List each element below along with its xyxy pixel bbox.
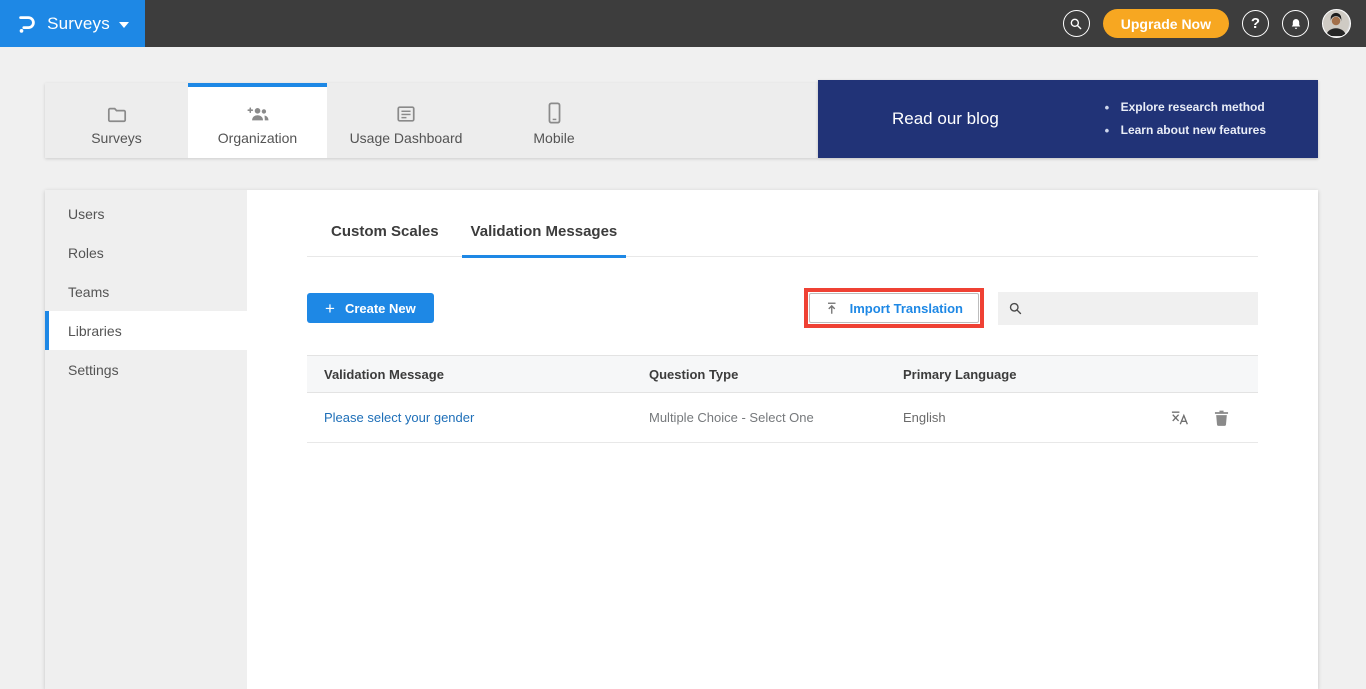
question-type-cell: Multiple Choice - Select One: [649, 410, 903, 425]
column-header-validation-message: Validation Message: [307, 367, 649, 382]
tab-label: Organization: [218, 130, 297, 146]
validation-messages-table: Validation Message Question Type Primary…: [307, 355, 1258, 443]
blog-banner[interactable]: Read our blog Explore research method Le…: [818, 80, 1318, 158]
table-header: Validation Message Question Type Primary…: [307, 355, 1258, 393]
search-input[interactable]: [1031, 301, 1248, 316]
mobile-icon: [547, 100, 562, 124]
sidebar-item-settings[interactable]: Settings: [45, 350, 247, 389]
search-button[interactable]: [1063, 10, 1090, 37]
import-translation-button[interactable]: Import Translation: [809, 293, 979, 323]
primary-language-cell: English: [903, 410, 946, 425]
translate-icon: [1169, 408, 1189, 428]
table-search: [998, 292, 1258, 325]
folder-icon: [106, 100, 128, 124]
tab-mobile[interactable]: Mobile: [485, 83, 623, 158]
primary-nav: Surveys Organization Usage Dashboard: [45, 83, 818, 158]
tab-validation-messages[interactable]: Validation Messages: [462, 223, 627, 258]
banner-bullet-list: Explore research method Learn about new …: [1105, 96, 1266, 142]
tab-surveys[interactable]: Surveys: [45, 83, 188, 158]
tab-usage-dashboard[interactable]: Usage Dashboard: [327, 83, 485, 158]
tab-organization[interactable]: Organization: [188, 83, 327, 158]
table-row: Please select your gender Multiple Choic…: [307, 393, 1258, 443]
main-panel: Users Roles Teams Libraries Settings Cus…: [45, 190, 1318, 689]
tab-label: Mobile: [533, 130, 574, 146]
upgrade-now-button[interactable]: Upgrade Now: [1103, 9, 1229, 38]
questionpro-logo-icon: [16, 13, 38, 35]
add-people-icon: [245, 100, 271, 124]
validation-message-link[interactable]: Please select your gender: [307, 410, 649, 425]
trash-icon: [1213, 409, 1230, 427]
banner-bullet: Explore research method: [1105, 96, 1266, 119]
annotation-highlight-box: Import Translation: [804, 288, 984, 328]
product-label: Surveys: [47, 14, 110, 34]
import-translation-label: Import Translation: [850, 301, 963, 316]
banner-bullet: Learn about new features: [1105, 119, 1266, 142]
top-bar: Surveys Upgrade Now ?: [0, 0, 1366, 47]
dashboard-icon: [395, 100, 417, 124]
tab-label: Usage Dashboard: [350, 130, 463, 146]
create-new-button[interactable]: + Create New: [307, 293, 434, 323]
chevron-down-icon: [119, 22, 129, 28]
question-mark-icon: ?: [1251, 15, 1260, 32]
translate-button[interactable]: [1169, 408, 1189, 428]
tab-custom-scales[interactable]: Custom Scales: [322, 223, 448, 258]
upload-icon: [825, 301, 840, 316]
settings-sidebar: Users Roles Teams Libraries Settings: [45, 190, 247, 689]
sidebar-item-roles[interactable]: Roles: [45, 233, 247, 272]
help-button[interactable]: ?: [1242, 10, 1269, 37]
column-header-question-type: Question Type: [649, 367, 903, 382]
user-photo: [1323, 10, 1349, 36]
banner-title: Read our blog: [892, 109, 999, 129]
topbar-actions: Upgrade Now ?: [1063, 9, 1366, 38]
plus-icon: +: [325, 300, 335, 317]
sidebar-item-libraries[interactable]: Libraries: [45, 311, 247, 350]
delete-button[interactable]: [1213, 409, 1230, 427]
toolbar: + Create New Import Translation: [307, 289, 1258, 327]
library-tabs: Custom Scales Validation Messages: [307, 223, 1258, 257]
bell-icon: [1289, 17, 1303, 31]
row-actions: [1169, 408, 1258, 428]
libraries-content: Custom Scales Validation Messages + Crea…: [247, 190, 1318, 689]
tab-label: Surveys: [91, 130, 142, 146]
notifications-button[interactable]: [1282, 10, 1309, 37]
sidebar-item-users[interactable]: Users: [45, 194, 247, 233]
avatar[interactable]: [1322, 9, 1351, 38]
column-header-primary-language: Primary Language: [903, 367, 1258, 382]
search-icon: [1008, 301, 1023, 316]
search-icon: [1069, 17, 1083, 31]
sidebar-item-teams[interactable]: Teams: [45, 272, 247, 311]
product-switcher[interactable]: Surveys: [0, 0, 145, 47]
create-new-label: Create New: [345, 301, 416, 316]
